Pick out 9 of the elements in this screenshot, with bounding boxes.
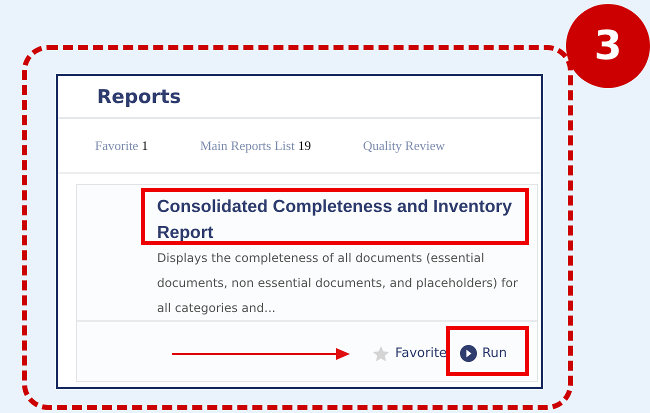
panel-title: Reports xyxy=(97,86,181,108)
play-icon xyxy=(460,345,478,362)
report-tab[interactable]: Favorite 1 xyxy=(95,138,148,154)
report-title[interactable]: Consolidated Completeness and Inventory Report xyxy=(157,193,529,245)
report-description: Displays the completeness of all documents (essential documents, non essential documents, and placeholders) for all categories and... xyxy=(157,250,519,317)
step-badge: 3 xyxy=(566,4,650,88)
run-button[interactable]: Run xyxy=(460,345,507,362)
favorite-button[interactable]: Favorite xyxy=(372,344,448,362)
report-tab[interactable]: Main Reports List 19 xyxy=(200,138,311,154)
